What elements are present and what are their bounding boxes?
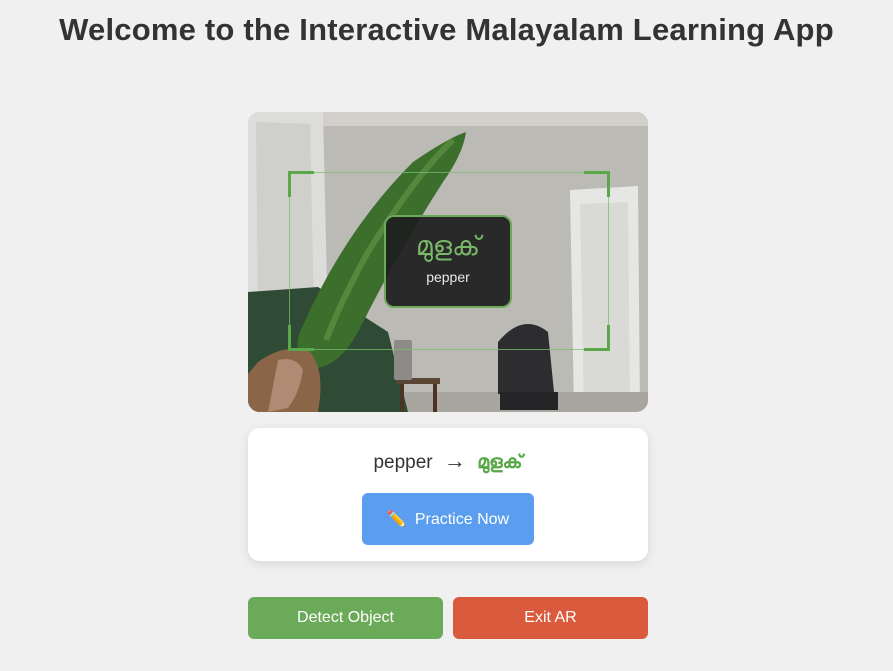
ar-word-label: മുളക് pepper bbox=[384, 215, 512, 308]
translation-line: pepper → മുളക് bbox=[248, 448, 648, 474]
arrow-icon: → bbox=[443, 448, 466, 473]
english-word: pepper bbox=[373, 452, 433, 473]
malayalam-word: മുളക് bbox=[477, 451, 523, 473]
translation-card: pepper → മുളക് ✏️ Practice Now bbox=[248, 428, 648, 561]
action-buttons: Detect Object Exit AR bbox=[248, 597, 648, 639]
detect-object-button[interactable]: Detect Object bbox=[248, 597, 443, 639]
page-title: Welcome to the Interactive Malayalam Lea… bbox=[59, 12, 834, 47]
camera-feed: മുളക് pepper bbox=[248, 112, 648, 412]
exit-ar-button[interactable]: Exit AR bbox=[453, 597, 648, 639]
corner-marker bbox=[584, 171, 610, 197]
corner-marker bbox=[288, 325, 314, 351]
corner-marker bbox=[288, 171, 314, 197]
pencil-icon: ✏️ bbox=[386, 509, 407, 528]
ar-malayalam-word: മുളക് bbox=[415, 231, 481, 262]
corner-marker bbox=[584, 325, 610, 351]
practice-now-button[interactable]: ✏️ Practice Now bbox=[362, 493, 534, 545]
practice-now-label: Practice Now bbox=[414, 511, 510, 528]
ar-english-word: pepper bbox=[426, 269, 470, 285]
